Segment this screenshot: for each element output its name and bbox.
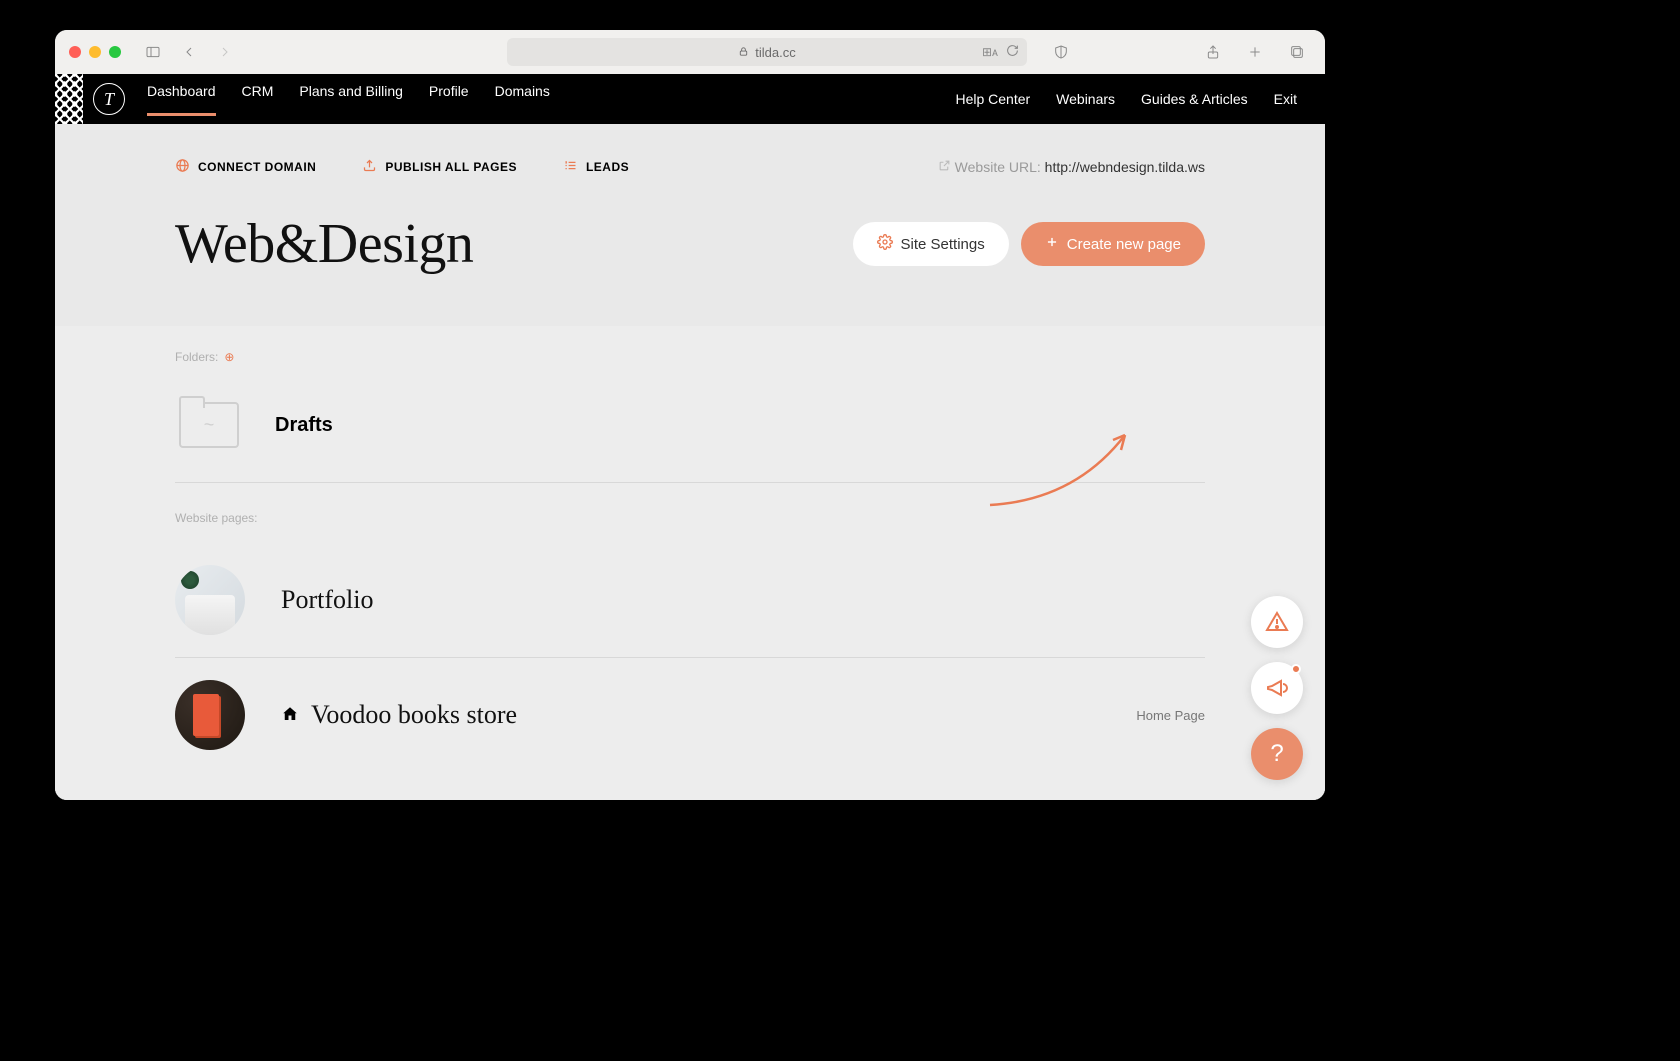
share-icon[interactable]: [1199, 38, 1227, 66]
nav-domains[interactable]: Domains: [495, 83, 550, 115]
site-settings-button[interactable]: Site Settings: [853, 222, 1009, 266]
page-name-text: Voodoo books store: [311, 700, 517, 730]
page-row-voodoo[interactable]: Voodoo books store Home Page: [175, 658, 1205, 772]
page-name-text: Portfolio: [281, 585, 373, 615]
window-minimize-button[interactable]: [89, 46, 101, 58]
notification-dot: [1291, 664, 1301, 674]
nav-plans-billing[interactable]: Plans and Billing: [299, 83, 403, 115]
sidebar-toggle-button[interactable]: [139, 38, 167, 66]
connect-domain-label: CONNECT DOMAIN: [198, 160, 316, 174]
nav-webinars[interactable]: Webinars: [1056, 91, 1115, 107]
page-row-portfolio[interactable]: Portfolio: [175, 543, 1205, 658]
lower-section: Folders: ⊕ ~ Drafts Website pages: Portf…: [55, 326, 1325, 800]
content-area: CONNECT DOMAIN PUBLISH ALL PAGES LEADS W…: [55, 124, 1325, 800]
site-title: Web&Design: [175, 212, 473, 276]
alert-fab[interactable]: [1251, 596, 1303, 648]
globe-icon: [175, 158, 190, 176]
publish-all-label: PUBLISH ALL PAGES: [385, 160, 517, 174]
gear-icon: [877, 234, 893, 254]
create-new-page-button[interactable]: Create new page: [1021, 222, 1205, 266]
leads-label: LEADS: [586, 160, 629, 174]
url-host: tilda.cc: [755, 45, 795, 60]
leads-button[interactable]: LEADS: [563, 158, 629, 176]
nav-right: Help Center Webinars Guides & Articles E…: [955, 91, 1297, 107]
new-tab-icon[interactable]: [1241, 38, 1269, 66]
url-bar[interactable]: tilda.cc ⊞ᴀ: [507, 38, 1027, 66]
folder-row[interactable]: ~ Drafts: [175, 382, 1205, 483]
app-header: T Dashboard CRM Plans and Billing Profil…: [55, 74, 1325, 124]
page-thumbnail: [175, 680, 245, 750]
shield-icon[interactable]: [1047, 38, 1075, 66]
nav-profile[interactable]: Profile: [429, 83, 469, 115]
plus-icon: [1045, 235, 1059, 253]
connect-domain-button[interactable]: CONNECT DOMAIN: [175, 158, 316, 176]
nav-dashboard[interactable]: Dashboard: [147, 83, 216, 115]
lock-icon: [738, 45, 749, 60]
folders-label: Folders: ⊕: [175, 350, 1205, 364]
browser-window: tilda.cc ⊞ᴀ T Da: [55, 30, 1325, 800]
add-folder-icon[interactable]: ⊕: [224, 350, 234, 364]
site-topbar: CONNECT DOMAIN PUBLISH ALL PAGES LEADS W…: [55, 124, 1325, 176]
nav-guides[interactable]: Guides & Articles: [1141, 91, 1248, 107]
website-url-label: Website URL:: [955, 159, 1041, 175]
pages-label: Website pages:: [175, 511, 1205, 525]
create-new-page-label: Create new page: [1067, 236, 1181, 253]
page-thumbnail: [175, 565, 245, 635]
reload-icon[interactable]: [1006, 44, 1019, 60]
folders-label-text: Folders:: [175, 350, 218, 364]
tabs-icon[interactable]: [1283, 38, 1311, 66]
page-name: Portfolio: [281, 585, 373, 615]
website-url-value[interactable]: http://webndesign.tilda.ws: [1045, 159, 1205, 175]
tilda-logo[interactable]: T: [93, 83, 125, 115]
nav-exit[interactable]: Exit: [1274, 91, 1297, 107]
upload-icon: [362, 158, 377, 176]
nav-crm[interactable]: CRM: [242, 83, 274, 115]
forward-button[interactable]: [211, 38, 239, 66]
leads-icon: [563, 158, 578, 176]
page-name: Voodoo books store: [281, 700, 517, 730]
window-close-button[interactable]: [69, 46, 81, 58]
announce-fab[interactable]: [1251, 662, 1303, 714]
decorative-pattern: [55, 74, 83, 124]
home-icon: [281, 700, 299, 730]
window-zoom-button[interactable]: [109, 46, 121, 58]
external-link-icon[interactable]: [938, 159, 955, 175]
help-icon: ?: [1270, 740, 1283, 768]
folder-icon: ~: [179, 402, 239, 448]
traffic-lights: [69, 46, 121, 58]
page-list: Portfolio Voodoo books store Home Page: [175, 543, 1205, 772]
hero-actions: Site Settings Create new page: [853, 222, 1205, 266]
hero: Web&Design Site Settings Create new page: [55, 176, 1325, 326]
browser-chrome: tilda.cc ⊞ᴀ: [55, 30, 1325, 74]
translate-icon[interactable]: ⊞ᴀ: [982, 45, 998, 59]
pages-label-text: Website pages:: [175, 511, 258, 525]
publish-all-button[interactable]: PUBLISH ALL PAGES: [362, 158, 517, 176]
main-nav: Dashboard CRM Plans and Billing Profile …: [147, 83, 550, 115]
folder-name: Drafts: [275, 414, 333, 437]
back-button[interactable]: [175, 38, 203, 66]
site-settings-label: Site Settings: [901, 236, 985, 253]
floating-buttons: ?: [1251, 596, 1303, 780]
nav-help-center[interactable]: Help Center: [955, 91, 1030, 107]
help-fab[interactable]: ?: [1251, 728, 1303, 780]
website-url-info: Website URL: http://webndesign.tilda.ws: [938, 159, 1205, 175]
page-tag: Home Page: [1136, 708, 1205, 723]
